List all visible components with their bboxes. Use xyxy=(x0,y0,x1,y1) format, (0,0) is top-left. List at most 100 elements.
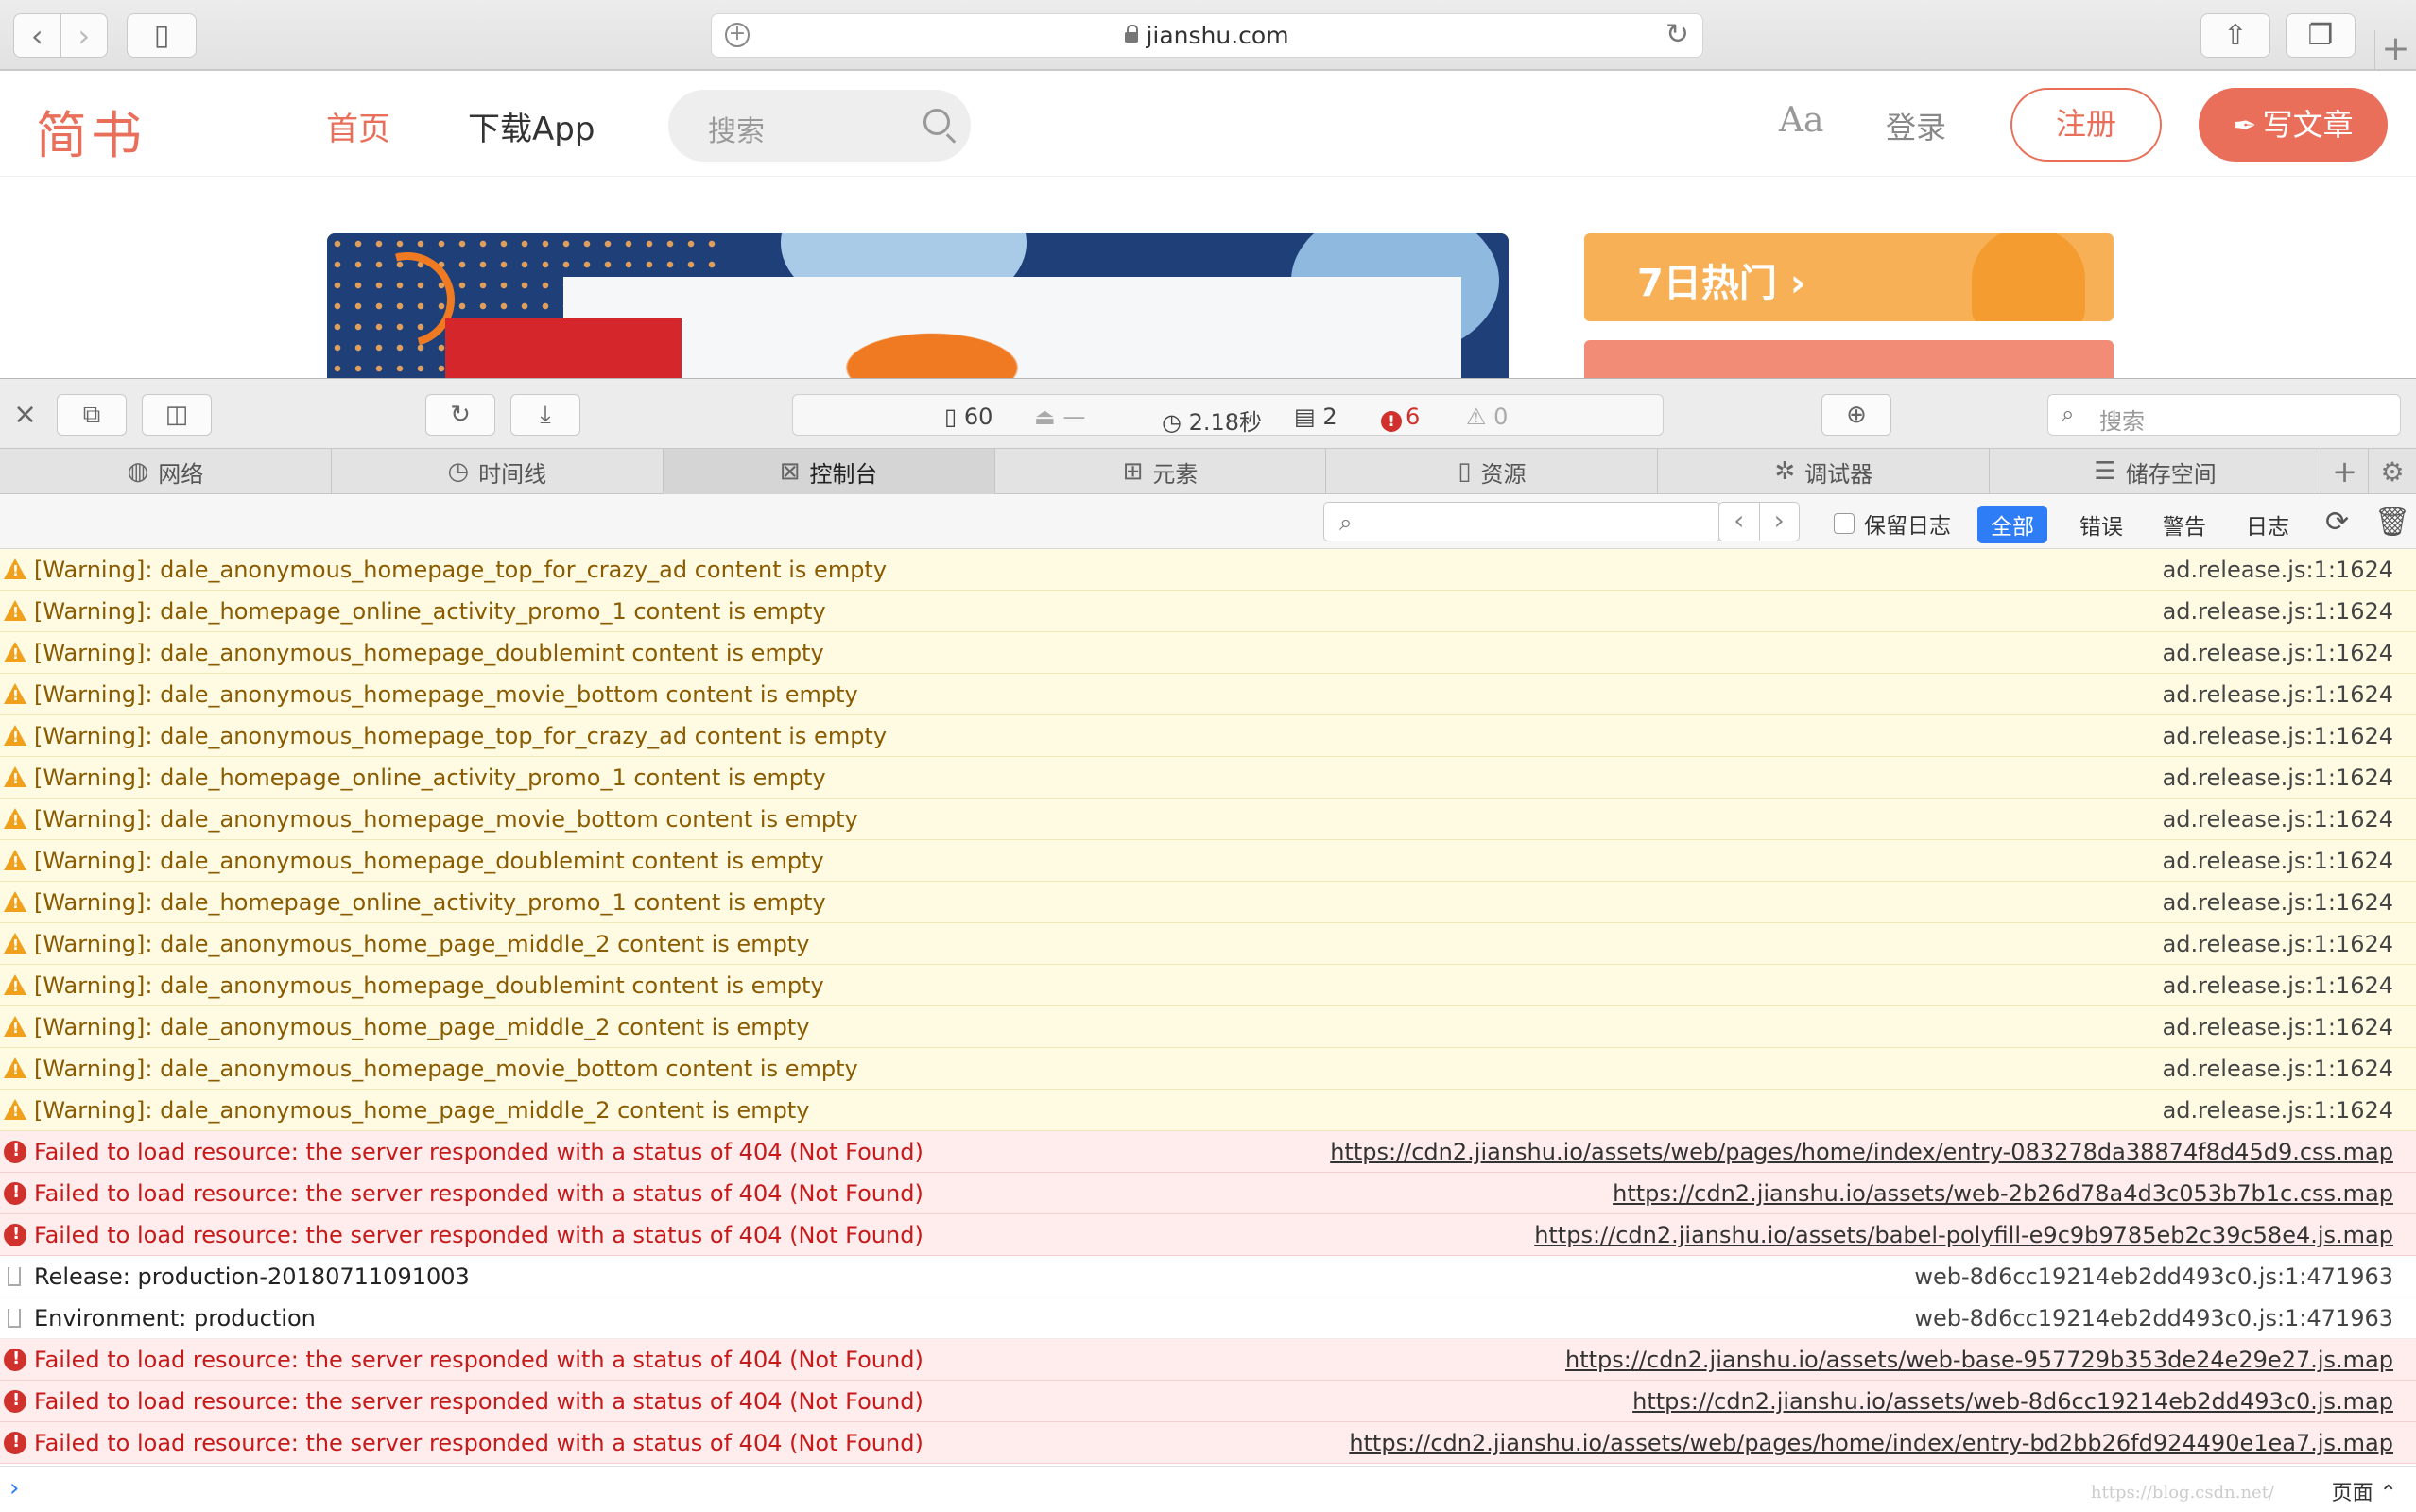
inspector-search-input[interactable]: ⌕ 搜索 xyxy=(2047,394,2401,436)
execution-context-selector[interactable]: 页面 ⌃ xyxy=(2332,1476,2397,1506)
download-archive-icon[interactable]: ⤓ xyxy=(510,394,580,436)
console-message-source-link[interactable]: ad.release.js:1:1624 xyxy=(2163,1097,2393,1124)
write-article-button[interactable]: ✒ 写文章 xyxy=(2199,88,2388,162)
tab-timelines[interactable]: ◷ 时间线 xyxy=(332,449,664,494)
site-logo[interactable]: 简书 xyxy=(36,94,146,168)
site-search-input[interactable]: 搜索 xyxy=(668,90,971,162)
console-message-source-link[interactable]: https://cdn2.jianshu.io/assets/web-2b26d… xyxy=(1613,1180,2393,1207)
register-button[interactable]: 注册 xyxy=(2010,88,2162,162)
new-tab-icon[interactable]: + xyxy=(2374,30,2416,71)
gear-icon[interactable]: ⚙ xyxy=(2369,449,2416,494)
nav-home-link[interactable]: 首页 xyxy=(326,103,390,149)
console-message-source-link[interactable]: ad.release.js:1:1624 xyxy=(2163,889,2393,916)
console-prompt[interactable]: › 页面 ⌃ xyxy=(0,1466,2416,1512)
back-arrow-icon[interactable]: ‹ xyxy=(14,14,60,57)
add-tab-icon[interactable]: + xyxy=(2321,449,2369,494)
console-message-source-link[interactable]: https://cdn2.jianshu.io/assets/babel-pol… xyxy=(1534,1222,2393,1248)
address-bar[interactable]: + jianshu.com ↻ xyxy=(711,13,1703,58)
console-message-source-link[interactable]: ad.release.js:1:1624 xyxy=(2163,1056,2393,1082)
preserve-log-checkbox[interactable] xyxy=(1834,513,1855,534)
console-message-warn[interactable]: [Warning]: dale_anonymous_homepage_movie… xyxy=(0,674,2416,715)
search-icon[interactable] xyxy=(923,109,950,135)
console-message-source-link[interactable]: https://cdn2.jianshu.io/assets/web-base-… xyxy=(1565,1347,2393,1373)
console-message-source-link[interactable]: https://cdn2.jianshu.io/assets/web/pages… xyxy=(1349,1430,2393,1456)
load-time[interactable]: ◷ 2.18秒 xyxy=(1162,404,1262,437)
console-message-error[interactable]: Failed to load resource: the server resp… xyxy=(0,1339,2416,1381)
hot-30-days-card[interactable] xyxy=(1584,340,2114,378)
reload-page-icon[interactable]: ↻ xyxy=(425,394,495,436)
tab-network[interactable]: ◍ 网络 xyxy=(0,449,332,494)
crosshair-icon[interactable]: ⊕ xyxy=(1821,394,1891,436)
pen-icon: ✒ xyxy=(2233,110,2257,143)
console-message-warn[interactable]: [Warning]: dale_anonymous_homepage_movie… xyxy=(0,799,2416,840)
login-link[interactable]: 登录 xyxy=(1886,104,1946,147)
detach-window-icon[interactable]: ⧉ xyxy=(57,394,127,436)
console-message-source-link[interactable]: ad.release.js:1:1624 xyxy=(2163,848,2393,874)
filter-level-warnings[interactable]: 警告 xyxy=(2149,506,2219,543)
console-message-source-link[interactable]: ad.release.js:1:1624 xyxy=(2163,931,2393,957)
tab-storage[interactable]: ☰ 储存空间 xyxy=(1990,449,2322,494)
console-message-error[interactable]: Failed to load resource: the server resp… xyxy=(0,1131,2416,1173)
console-message-error[interactable]: Failed to load resource: the server resp… xyxy=(0,1422,2416,1464)
console-message-source-link[interactable]: ad.release.js:1:1624 xyxy=(2163,598,2393,625)
console-message-warn[interactable]: [Warning]: dale_anonymous_homepage_doubl… xyxy=(0,840,2416,882)
console-message-error[interactable]: Failed to load resource: the server resp… xyxy=(0,1381,2416,1422)
console-message-source-link[interactable]: ad.release.js:1:1624 xyxy=(2163,806,2393,833)
resource-count[interactable]: ▯ 60 xyxy=(944,404,992,430)
tab-debugger[interactable]: ✲ 调试器 xyxy=(1658,449,1991,494)
console-filter-input[interactable]: ⌕ xyxy=(1323,502,1720,541)
console-message-error[interactable]: Failed to load resource: the server resp… xyxy=(0,1214,2416,1256)
console-message-info[interactable]: Environment: production web-8d6cc19214eb2… xyxy=(0,1297,2416,1339)
close-icon[interactable]: × xyxy=(13,398,37,431)
hot-7-days-card[interactable]: 7日热门 › xyxy=(1584,233,2114,321)
error-count[interactable]: ! 6 xyxy=(1381,404,1420,432)
console-message-source-link[interactable]: ad.release.js:1:1624 xyxy=(2163,640,2393,666)
filter-level-errors[interactable]: 错误 xyxy=(2066,506,2136,543)
reload-icon[interactable]: ↻ xyxy=(1665,18,1689,51)
console-message-source-link[interactable]: ad.release.js:1:1624 xyxy=(2163,1014,2393,1040)
console-message-warn[interactable]: [Warning]: dale_anonymous_home_page_midd… xyxy=(0,1090,2416,1131)
tab-elements[interactable]: ⊞ 元素 xyxy=(995,449,1327,494)
console-message-warn[interactable]: [Warning]: dale_anonymous_homepage_top_f… xyxy=(0,715,2416,757)
console-message-warn[interactable]: [Warning]: dale_anonymous_homepage_doubl… xyxy=(0,965,2416,1006)
console-message-warn[interactable]: [Warning]: dale_homepage_online_activity… xyxy=(0,882,2416,923)
share-icon[interactable]: ⇧ xyxy=(2200,13,2270,58)
filter-level-logs[interactable]: 日志 xyxy=(2233,506,2303,543)
next-match-icon[interactable]: › xyxy=(1758,503,1800,541)
console-message-warn[interactable]: [Warning]: dale_anonymous_homepage_top_f… xyxy=(0,549,2416,591)
console-message-warn[interactable]: [Warning]: dale_homepage_online_activity… xyxy=(0,757,2416,799)
trash-icon[interactable]: 🗑 xyxy=(2374,506,2410,539)
preserve-log-toggle[interactable]: 保留日志 xyxy=(1834,507,1951,540)
console-message-source-link[interactable]: ad.release.js:1:1624 xyxy=(2163,972,2393,999)
console-message-warn[interactable]: [Warning]: dale_anonymous_home_page_midd… xyxy=(0,923,2416,965)
console-message-warn[interactable]: [Warning]: dale_homepage_online_activity… xyxy=(0,591,2416,632)
promo-banner[interactable] xyxy=(327,233,1509,378)
console-message-error[interactable]: Failed to load resource: the server resp… xyxy=(0,1173,2416,1214)
console-message-source-link[interactable]: web-8d6cc19214eb2dd493c0.js:1:471963 xyxy=(1914,1305,2393,1332)
tab-console[interactable]: ⊠ 控制台 xyxy=(663,449,995,494)
clear-on-reload-icon[interactable]: ⟳ xyxy=(2325,506,2349,539)
console-message-warn[interactable]: [Warning]: dale_anonymous_home_page_midd… xyxy=(0,1006,2416,1048)
nav-download-app-link[interactable]: 下载App xyxy=(468,103,595,149)
console-message-source-link[interactable]: ad.release.js:1:1624 xyxy=(2163,765,2393,791)
console-message-source-link[interactable]: https://cdn2.jianshu.io/assets/web/pages… xyxy=(1330,1139,2393,1165)
filter-level-all[interactable]: 全部 xyxy=(1977,506,2047,543)
console-message-info[interactable]: Release: production-20180711091003 web-8d… xyxy=(0,1256,2416,1297)
sidebar-toggle-icon[interactable]: ▯ xyxy=(127,13,197,58)
previous-match-icon[interactable]: ‹ xyxy=(1719,503,1759,541)
console-message-source-link[interactable]: ad.release.js:1:1624 xyxy=(2163,557,2393,583)
tabs-overview-icon[interactable]: ❐ xyxy=(2286,13,2356,58)
console-message-source-link[interactable]: https://cdn2.jianshu.io/assets/web-8d6cc… xyxy=(1632,1388,2393,1415)
console-message-source-link[interactable]: ad.release.js:1:1624 xyxy=(2163,723,2393,749)
resource-size[interactable]: ⏏ — xyxy=(1034,404,1085,430)
forward-arrow-icon[interactable]: › xyxy=(60,14,108,57)
dock-side-icon[interactable]: ◫ xyxy=(142,394,212,436)
console-message-source-link[interactable]: ad.release.js:1:1624 xyxy=(2163,681,2393,708)
console-message-warn[interactable]: [Warning]: dale_anonymous_homepage_movie… xyxy=(0,1048,2416,1090)
log-message-count[interactable]: ▤ 2 xyxy=(1294,404,1337,430)
console-message-source-link[interactable]: web-8d6cc19214eb2dd493c0.js:1:471963 xyxy=(1914,1263,2393,1290)
console-message-warn[interactable]: [Warning]: dale_anonymous_homepage_doubl… xyxy=(0,632,2416,674)
font-toggle-button[interactable]: Aa xyxy=(1779,101,1823,140)
tab-resources[interactable]: ▯ 资源 xyxy=(1326,449,1659,494)
warning-count[interactable]: ⚠ 0 xyxy=(1466,404,1508,430)
